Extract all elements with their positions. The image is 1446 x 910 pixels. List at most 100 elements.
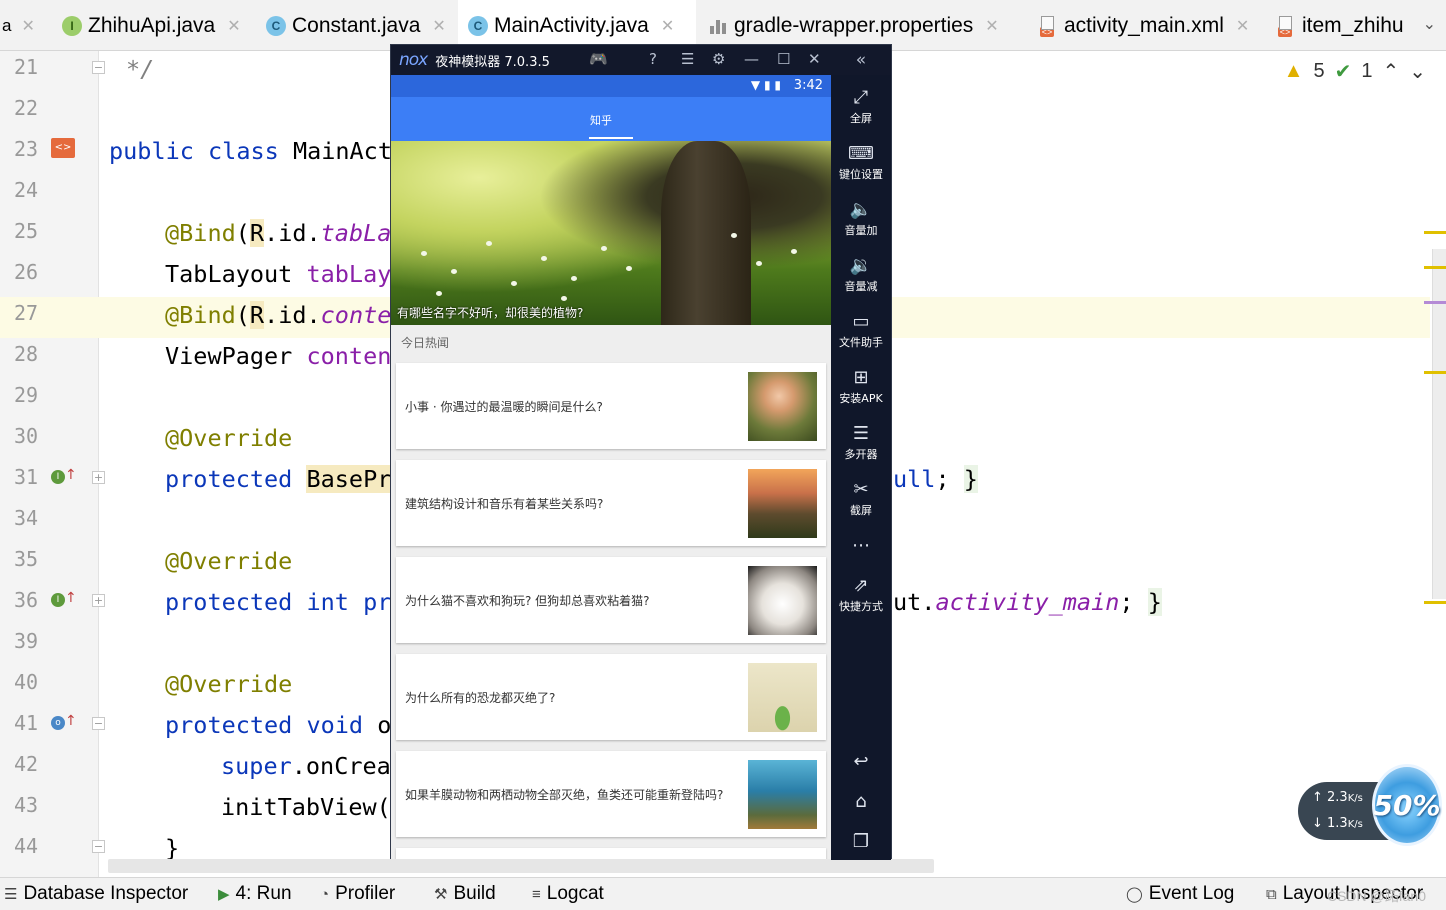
layout-link-icon[interactable]: <> [51,138,75,158]
story-card[interactable]: 为什么所有的恐龙都灭绝了? [396,654,826,740]
tab-item-zhihu[interactable]: <> item_zhihu [1270,0,1410,51]
xml-icon: <> [1274,15,1296,37]
story-card[interactable]: 如果羊膜动物和两栖动物全部灭绝，鱼类还可能重新登陆吗? [396,751,826,837]
sidebar-item-fullscreen[interactable]: ⤢ 全屏 [831,87,891,126]
file-icon: ▭ [852,311,870,332]
layout-inspector-icon: ⧉ [1266,885,1277,903]
logcat-icon: ≡ [532,885,541,903]
children-photo [748,372,817,441]
scissors-icon: ✂ [853,479,869,500]
close-icon[interactable]: ✕ [661,16,674,36]
recents-icon: ❐ [852,831,870,852]
upload-speed: ↑ 2.3K/s [1312,790,1363,805]
collapse-sidebar-icon[interactable]: « [831,45,891,75]
database-inspector-button[interactable]: ☰ Database Inspector [4,883,188,905]
event-log-icon: ◯ [1126,886,1143,903]
close-icon[interactable]: ✕ [985,16,998,36]
tab-label: activity_main.xml [1064,13,1224,37]
warning-marker[interactable] [1424,371,1446,374]
sidebar-item-multi-instance[interactable]: ☰ 多开器 [831,423,891,462]
sidebar-item-file-helper[interactable]: ▭ 文件助手 [831,311,891,350]
build-button[interactable]: ⚒ Build [434,883,496,905]
menu-icon[interactable]: ☰ [681,50,694,68]
tab-activity-main-xml[interactable]: <> activity_main.xml ✕ [1032,0,1262,51]
dinosaur-photo [748,663,817,732]
fold-icon[interactable]: − [92,717,105,730]
tab-overflow[interactable]: a ✕ [0,0,35,51]
emulator-title-bar[interactable]: nox 夜神模拟器 7.0.3.5 🎮 ? ☰ ⚙ — ☐ ✕ [391,45,891,75]
horizontal-scrollbar[interactable] [108,859,934,873]
gamepad-icon[interactable]: 🎮 [589,50,608,68]
hammer-icon: ⚒ [434,886,448,903]
chevron-down-icon[interactable]: ⌄ [1423,14,1436,33]
android-back-button[interactable]: ↩ [831,751,891,774]
sidebar-item-screenshot[interactable]: ✂ 截屏 [831,479,891,518]
close-icon[interactable]: ✕ [227,16,240,36]
chevron-up-icon[interactable]: ⌃ [1382,59,1399,84]
maximize-icon[interactable]: ☐ [777,50,790,68]
memory-ball-icon[interactable]: 50% [1372,764,1442,846]
multi-instance-icon: ☰ [852,423,870,444]
code-text: super.onCrea [221,752,391,780]
override-gutter-icon[interactable]: I ↑ [51,590,77,607]
sidebar-item-install-apk[interactable]: ⊞ 安装APK [831,367,891,406]
fold-icon[interactable]: + [92,471,105,484]
reef-photo [748,760,817,829]
warning-marker[interactable] [1424,231,1446,234]
caret-marker[interactable] [1424,301,1446,304]
banner-image[interactable]: 有哪些名字不好听，却很美的植物? [391,141,831,325]
story-card[interactable]: 建筑结构设计和音乐有着某些关系吗? [396,460,826,546]
android-recents-button[interactable]: ❐ [831,831,891,854]
sidebar-item-volume-down[interactable]: 🔉 音量减 [831,255,891,294]
news-feed[interactable]: 今日热闻 小事 · 你遇过的最温暖的瞬间是什么? 建筑结构设计和音乐有着某些关系… [391,325,831,859]
wifi-battery-icon: ▼ ▮ ▮ [750,78,781,92]
banner-caption: 有哪些名字不好听，却很美的植物? [397,306,584,320]
tab-zhihuapi-java[interactable]: I ZhihuApi.java ✕ [56,0,256,51]
warning-marker[interactable] [1424,601,1446,604]
fold-icon[interactable]: − [92,61,105,74]
home-icon: ⌂ [855,791,867,812]
chevron-down-icon[interactable]: ⌄ [1409,59,1426,84]
override-gutter-icon[interactable]: I ↑ [51,467,77,484]
apk-icon: ⊞ [853,367,869,388]
run-button[interactable]: ▶ 4: Run [218,883,292,905]
sidebar-item-more[interactable]: ⋯ [831,535,891,558]
close-icon[interactable]: ✕ [432,16,445,36]
event-log-button[interactable]: ◯ Event Log [1126,883,1234,905]
fold-icon[interactable]: + [92,594,105,607]
code-text: ull; } [893,465,978,493]
tab-indicator [589,137,633,139]
override-gutter-icon[interactable]: o ↑ [51,713,77,730]
close-icon[interactable]: ✕ [1236,16,1249,36]
warning-icon: ▲ [1283,60,1304,82]
warning-marker[interactable] [1424,266,1446,269]
properties-icon [708,16,728,36]
app-tab-bar[interactable]: 知乎 [391,97,831,141]
sidebar-item-volume-up[interactable]: 🔈 音量加 [831,199,891,238]
fold-icon[interactable]: − [92,840,105,853]
emulator-sidebar: ⤢ 全屏 ⌨ 键位设置 🔈 音量加 🔉 音量减 ▭ 文件助手 ⊞ 安装APK ☰ 多开器 ✂ 截… [831,75,891,860]
emulator-title: 夜神模拟器 7.0.3.5 [435,54,550,70]
story-card[interactable]: 为什么猫不喜欢和狗玩? 但狗却总喜欢粘着猫? [396,557,826,643]
section-title: 今日热闻 [401,336,450,350]
fullscreen-icon: ⤢ [853,87,869,108]
gear-icon[interactable]: ⚙ [712,50,725,68]
story-card[interactable] [396,848,826,859]
logcat-button[interactable]: ≡ Logcat [532,883,604,905]
tab-zhihu[interactable]: 知乎 [590,112,612,128]
story-card[interactable]: 小事 · 你遇过的最温暖的瞬间是什么? [396,363,826,449]
shortcut-icon: ⇗ [853,575,869,596]
close-icon[interactable]: ✕ [808,50,821,68]
check-icon: ✔ [1334,61,1352,83]
help-icon[interactable]: ? [649,50,657,68]
minimize-icon[interactable]: — [744,50,759,68]
android-home-button[interactable]: ⌂ [831,791,891,814]
sidebar-item-shortcut[interactable]: ⇗ 快捷方式 [831,575,891,614]
tab-label: Constant.java [292,13,421,37]
inspection-status[interactable]: ▲ 5 ✔ 1 ⌃ ⌄ [1284,59,1426,84]
sidebar-item-keymap[interactable]: ⌨ 键位设置 [831,143,891,182]
nox-emulator-window[interactable]: nox 夜神模拟器 7.0.3.5 🎮 ? ☰ ⚙ — ☐ ✕ « ▼ ▮ ▮ … [390,44,892,860]
code-text: protected int pr [165,588,392,616]
profiler-button[interactable]: ◔ Profiler [320,883,395,905]
interface-icon: I [62,15,82,36]
